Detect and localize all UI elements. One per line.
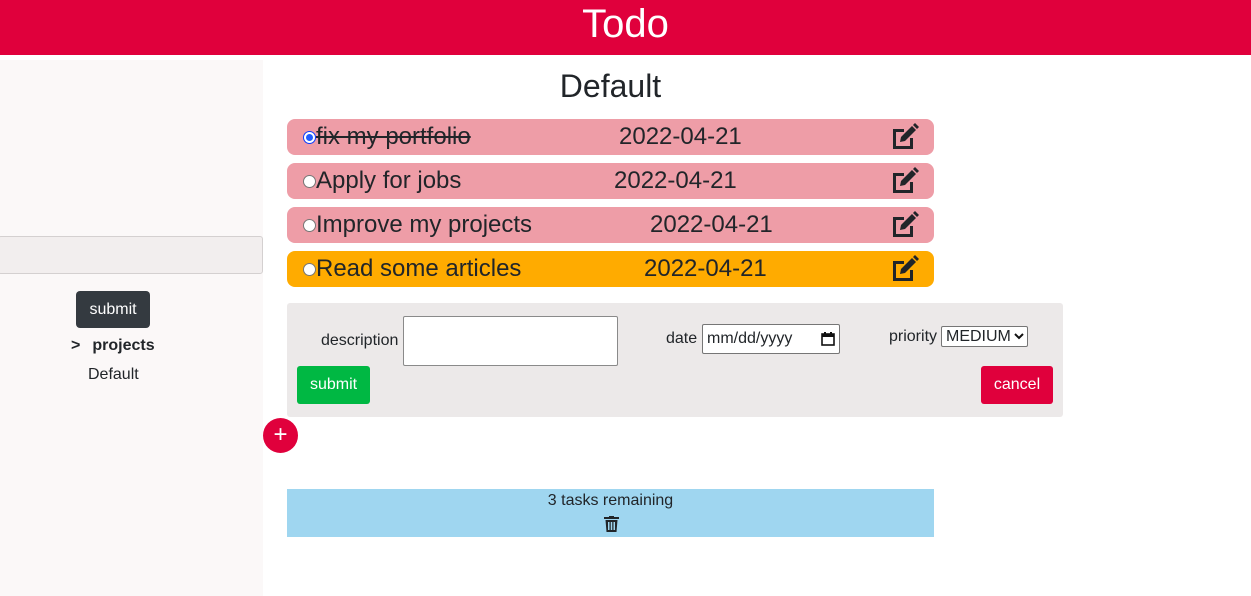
add-project-submit-button[interactable]: submit	[76, 291, 150, 328]
task-item: Read some articles 2022-04-21	[287, 251, 934, 287]
edit-icon[interactable]	[889, 123, 919, 151]
task-complete-radio[interactable]	[303, 175, 316, 188]
add-task-form: description date mm/dd/yyyy priority MED…	[287, 303, 1063, 417]
task-title: Apply for jobs	[316, 167, 462, 194]
edit-icon[interactable]	[889, 255, 919, 283]
edit-icon[interactable]	[889, 167, 919, 195]
tasks-remaining-text: 3 tasks remaining	[547, 492, 674, 509]
task-item: Improve my projects 2022-04-21	[287, 207, 934, 243]
task-complete-radio[interactable]	[303, 263, 316, 276]
task-item: fix my portfolio 2022-04-21	[287, 119, 934, 155]
task-title: fix my portfolio	[316, 123, 471, 150]
task-title: Improve my projects	[316, 211, 533, 238]
priority-select[interactable]: MEDIUM	[941, 326, 1028, 347]
date-label: date	[666, 330, 698, 347]
plus-icon: +	[273, 421, 288, 448]
sidebar: submit > projects Default	[0, 60, 263, 596]
task-date: 2022-04-21	[650, 211, 773, 238]
trash-icon[interactable]	[604, 516, 619, 532]
task-item: Apply for jobs 2022-04-21	[287, 163, 934, 199]
task-date: 2022-04-21	[644, 255, 767, 282]
projects-arrow-icon: >	[71, 337, 81, 354]
task-date: 2022-04-21	[614, 167, 737, 194]
task-complete-radio[interactable]	[303, 219, 316, 232]
date-input[interactable]: mm/dd/yyyy	[702, 324, 840, 354]
app-title: Todo	[582, 1, 669, 46]
task-title: Read some articles	[316, 255, 522, 282]
task-cancel-button[interactable]: cancel	[981, 366, 1053, 404]
chevron-down-icon	[1014, 333, 1024, 340]
tasks-footer: 3 tasks remaining	[287, 489, 934, 537]
edit-icon[interactable]	[889, 211, 919, 239]
task-submit-button[interactable]: submit	[297, 366, 370, 404]
date-placeholder: mm/dd/yyyy	[707, 330, 793, 347]
projects-toggle[interactable]: > projects	[71, 337, 155, 355]
description-input[interactable]	[403, 316, 618, 366]
app-header: Todo	[0, 0, 1251, 55]
sidebar-item-default[interactable]: Default	[88, 366, 139, 384]
description-label: description	[321, 332, 399, 349]
priority-label: priority	[889, 328, 938, 345]
project-title: Default	[559, 68, 662, 104]
projects-label: projects	[92, 337, 155, 354]
new-project-input[interactable]	[0, 236, 263, 274]
task-date: 2022-04-21	[619, 123, 742, 150]
priority-selected-value: MEDIUM	[946, 328, 1011, 345]
add-task-button[interactable]: +	[263, 418, 298, 453]
task-complete-radio[interactable]	[303, 131, 316, 144]
calendar-icon[interactable]	[821, 332, 835, 346]
